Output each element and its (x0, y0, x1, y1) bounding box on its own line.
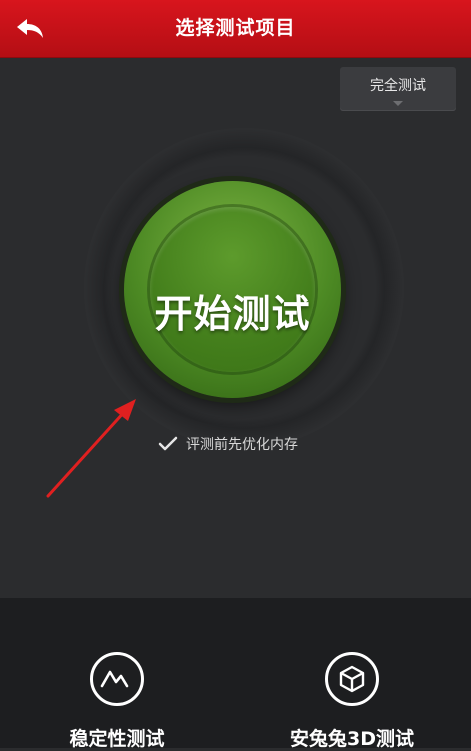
start-test-label: 开始测试 (154, 292, 311, 336)
chevron-down-icon (393, 101, 403, 106)
optimize-memory-checkbox[interactable]: 评测前先优化内存 (158, 432, 298, 456)
checkmark-icon (158, 436, 178, 451)
optimize-memory-label: 评测前先优化内存 (186, 437, 298, 453)
start-test-button[interactable]: 开始测试 (124, 181, 341, 398)
stability-test-label: 稳定性测试 (69, 728, 165, 750)
test-mode-dropdown[interactable]: 完全测试 (340, 67, 456, 111)
page-title: 选择测试项目 (175, 17, 296, 39)
header-bar: 选择测试项目 (0, 0, 471, 58)
stability-wave-icon (90, 652, 144, 706)
test-mode-selected: 完全测试 (370, 78, 426, 94)
cube-3d-icon (325, 652, 379, 706)
tools-panel: 稳定性测试 安兔兔3D测试 (0, 598, 471, 751)
start-button-core: 开始测试 (150, 207, 315, 372)
antutu-3d-test-button[interactable]: 安兔兔3D测试 (257, 652, 447, 751)
antutu-3d-test-label: 安兔兔3D测试 (290, 728, 414, 750)
stability-test-button[interactable]: 稳定性测试 (22, 652, 212, 751)
